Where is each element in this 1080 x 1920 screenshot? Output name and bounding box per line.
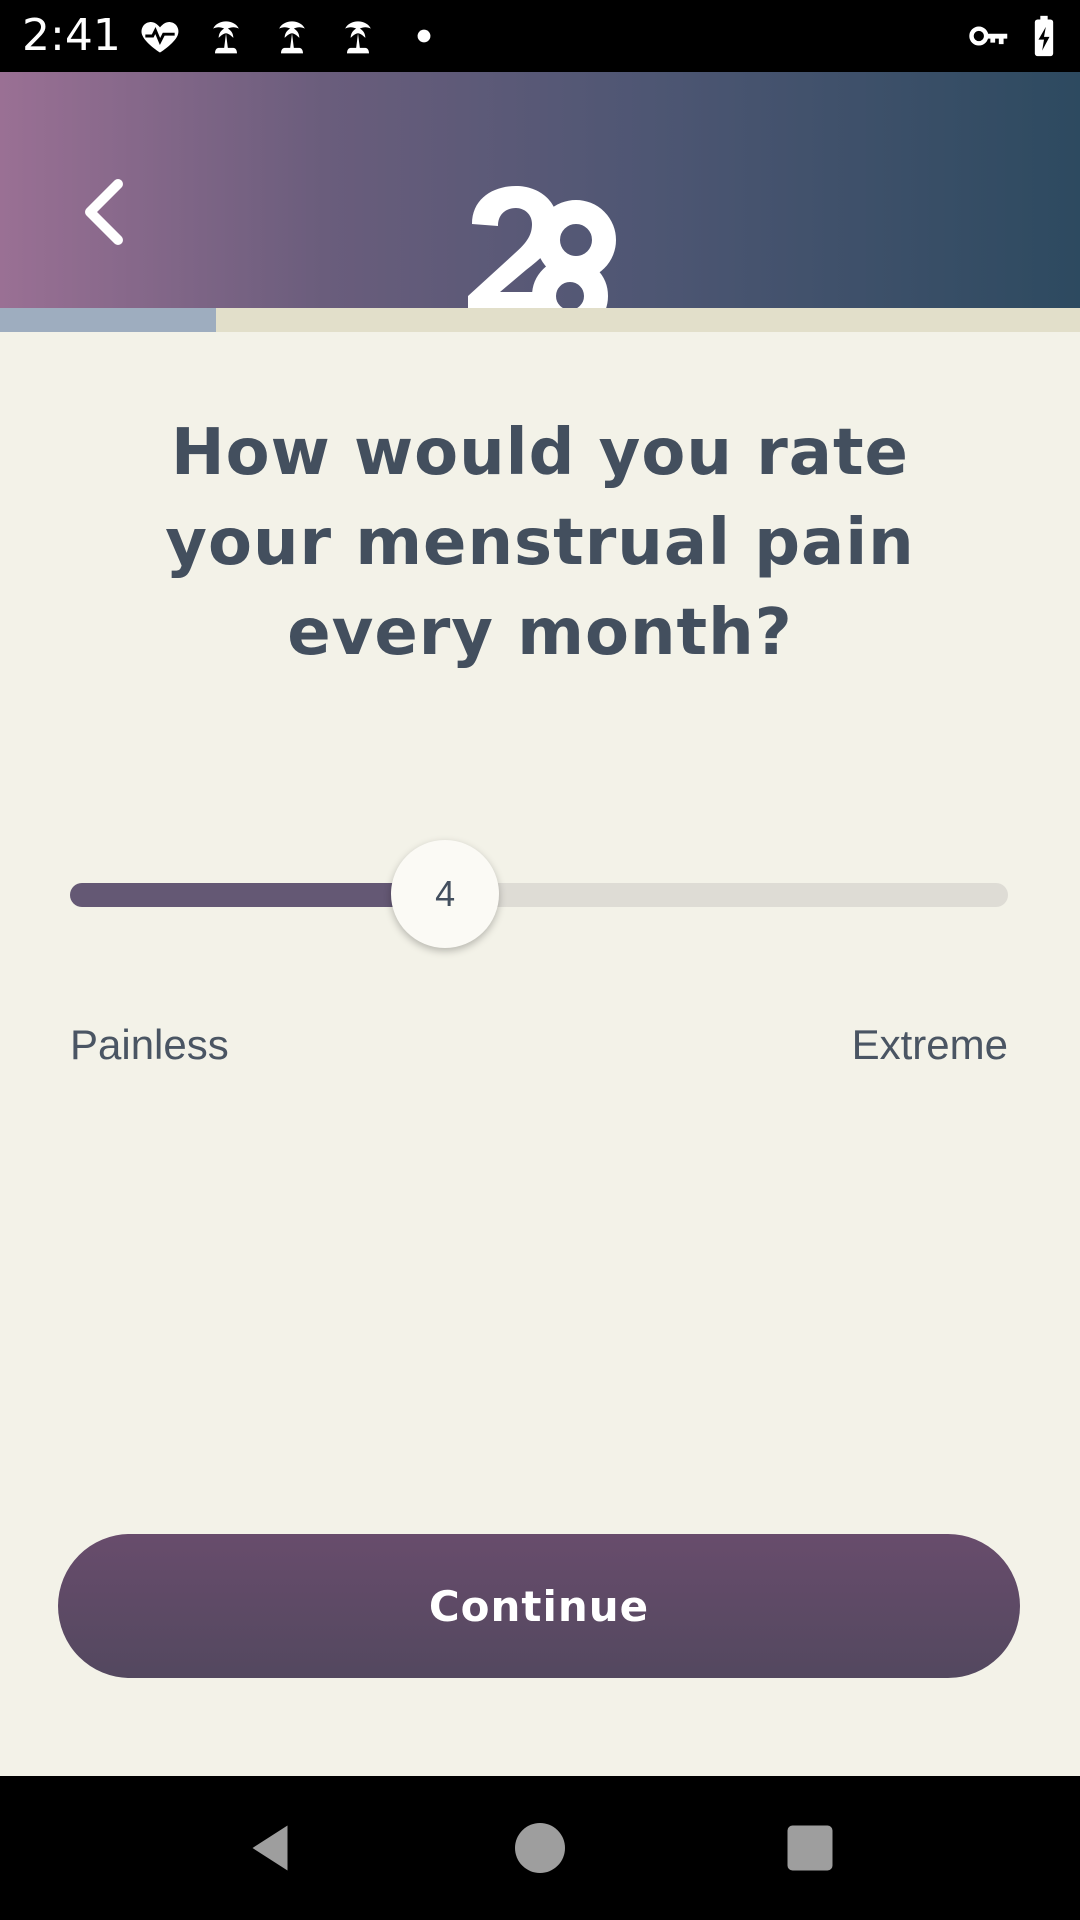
nav-back-button[interactable] <box>240 1818 300 1878</box>
progress-bar <box>0 308 1080 332</box>
home-circle-icon <box>515 1823 565 1873</box>
battery-charging-icon <box>1022 14 1066 58</box>
header <box>0 72 1080 332</box>
nav-recents-button[interactable] <box>780 1818 840 1878</box>
slider-thumb[interactable]: 4 <box>391 840 500 948</box>
slider-max-label: Extreme <box>851 1021 1008 1068</box>
screen: 2:41 How would you rate your menstrual p… <box>0 0 1080 1920</box>
progress-bar-fill <box>0 308 216 332</box>
back-triangle-icon <box>252 1825 288 1871</box>
status-time: 2:41 <box>22 10 121 61</box>
palm-tree-icon <box>204 14 248 58</box>
system-nav-bar <box>0 1776 1080 1920</box>
content-area: How would you rate your menstrual pain e… <box>0 332 1080 1776</box>
status-bar: 2:41 <box>0 0 1080 72</box>
slider-min-label: Painless <box>70 1021 229 1068</box>
continue-button[interactable]: Continue <box>58 1534 1020 1678</box>
recents-square-icon <box>787 1825 833 1871</box>
vpn-key-icon <box>966 14 1010 58</box>
palm-tree-icon <box>336 14 380 58</box>
nav-home-button[interactable] <box>510 1818 570 1878</box>
palm-tree-icon <box>270 14 314 58</box>
chevron-left-icon <box>85 179 123 245</box>
pain-rating-slider[interactable]: 4 <box>70 840 1008 950</box>
back-button[interactable] <box>70 172 134 252</box>
slider-fill <box>70 883 446 907</box>
dot-icon <box>402 14 446 58</box>
heart-pulse-icon <box>138 14 182 58</box>
question-title: How would you rate your menstrual pain e… <box>165 416 915 670</box>
